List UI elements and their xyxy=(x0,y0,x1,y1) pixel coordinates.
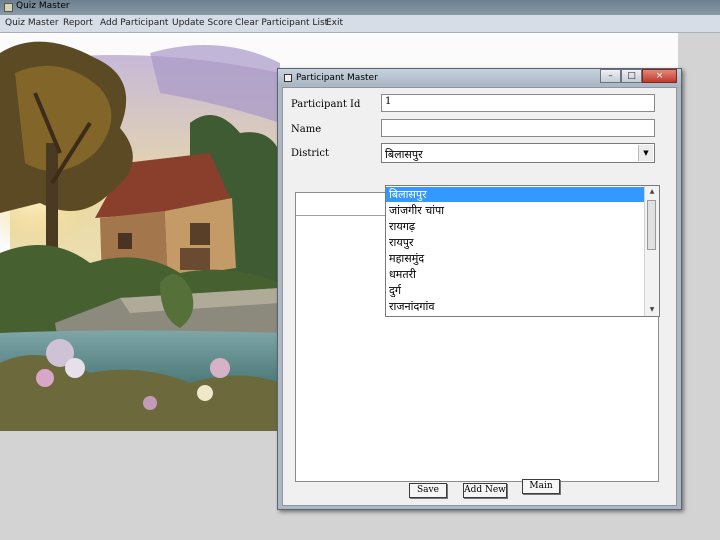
district-option[interactable]: बिलासपुर xyxy=(386,187,645,202)
district-option[interactable]: धमतरी xyxy=(386,267,645,282)
participant-master-dialog: Participant Master – □ × Participant Id … xyxy=(277,68,682,510)
district-option[interactable]: महासमुंद xyxy=(386,251,645,266)
dropdown-scrollbar[interactable]: ▲ ▼ xyxy=(644,186,659,316)
participant-id-label: Participant Id xyxy=(291,99,361,110)
scroll-up-icon[interactable]: ▲ xyxy=(645,186,659,198)
district-option[interactable]: रायपुर xyxy=(386,235,645,250)
app-icon xyxy=(4,3,13,12)
district-combo[interactable]: बिलासपुर ▼ xyxy=(381,143,655,163)
dialog-body: Participant Id 1 Name District बिलासपुर … xyxy=(282,87,677,506)
district-selected-value: बिलासपुर xyxy=(385,148,423,161)
main-button[interactable]: Main xyxy=(522,479,560,494)
maximize-button[interactable]: □ xyxy=(621,69,642,83)
participant-id-field[interactable]: 1 xyxy=(381,94,655,112)
menu-exit[interactable]: Exit xyxy=(326,18,343,28)
menu-clear-participant-list[interactable]: Clear Participant List xyxy=(235,18,328,28)
name-field[interactable] xyxy=(381,119,655,137)
district-option[interactable]: दुर्ग xyxy=(386,283,645,298)
district-dropdown-list[interactable]: बिलासपुर जांजगीर चांपा रायगढ़ रायपुर महा… xyxy=(385,185,660,317)
dropdown-arrow-icon[interactable]: ▼ xyxy=(638,145,653,161)
dialog-title: Participant Master xyxy=(296,73,378,83)
menu-add-participant[interactable]: Add Participant xyxy=(100,18,168,28)
save-button[interactable]: Save xyxy=(409,483,447,498)
minimize-button[interactable]: – xyxy=(600,69,621,83)
dialog-title-bar[interactable]: Participant Master – □ × xyxy=(278,69,681,86)
district-label: District xyxy=(291,148,329,159)
menu-update-score[interactable]: Update Score xyxy=(172,18,233,28)
menu-quiz-master[interactable]: Quiz Master xyxy=(5,18,59,28)
main-window-title: Quiz Master xyxy=(16,1,70,11)
name-label: Name xyxy=(291,124,322,135)
menu-bar: Quiz Master Report Add Participant Updat… xyxy=(0,15,720,33)
district-option[interactable]: राजनांदगांव xyxy=(386,299,645,314)
district-option[interactable]: जांजगीर चांपा xyxy=(386,203,645,218)
main-title-bar: Quiz Master xyxy=(0,0,720,15)
district-option[interactable]: रायगढ़ xyxy=(386,219,645,234)
close-button[interactable]: × xyxy=(642,69,677,83)
dialog-icon xyxy=(284,74,292,82)
menu-report[interactable]: Report xyxy=(63,18,93,28)
scroll-thumb[interactable] xyxy=(647,200,656,250)
add-new-button[interactable]: Add New xyxy=(463,483,507,498)
scroll-down-icon[interactable]: ▼ xyxy=(645,304,659,316)
